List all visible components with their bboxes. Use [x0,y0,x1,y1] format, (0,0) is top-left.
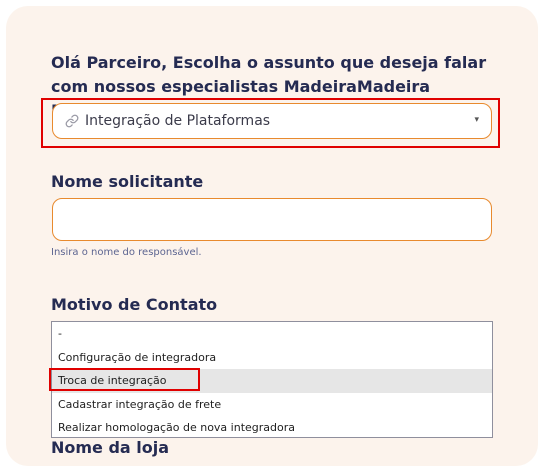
requester-helper-text: Insira o nome do responsável. [51,247,202,258]
requester-label: Nome solicitante [51,172,204,191]
store-name-label: Nome da loja [51,438,170,457]
contact-reason-option[interactable]: Cadastrar integração de frete [52,393,492,417]
contact-reason-option[interactable]: Realizar homologação de nova integradora [52,416,492,440]
topic-select-highlight [41,98,500,148]
contact-reason-label: Motivo de Contato [51,295,218,314]
contact-reason-option[interactable]: Configuração de integradora [52,346,492,370]
hovered-option-highlight [49,368,200,391]
contact-reason-option[interactable]: - [52,322,492,346]
requester-name-input[interactable] [52,198,492,241]
